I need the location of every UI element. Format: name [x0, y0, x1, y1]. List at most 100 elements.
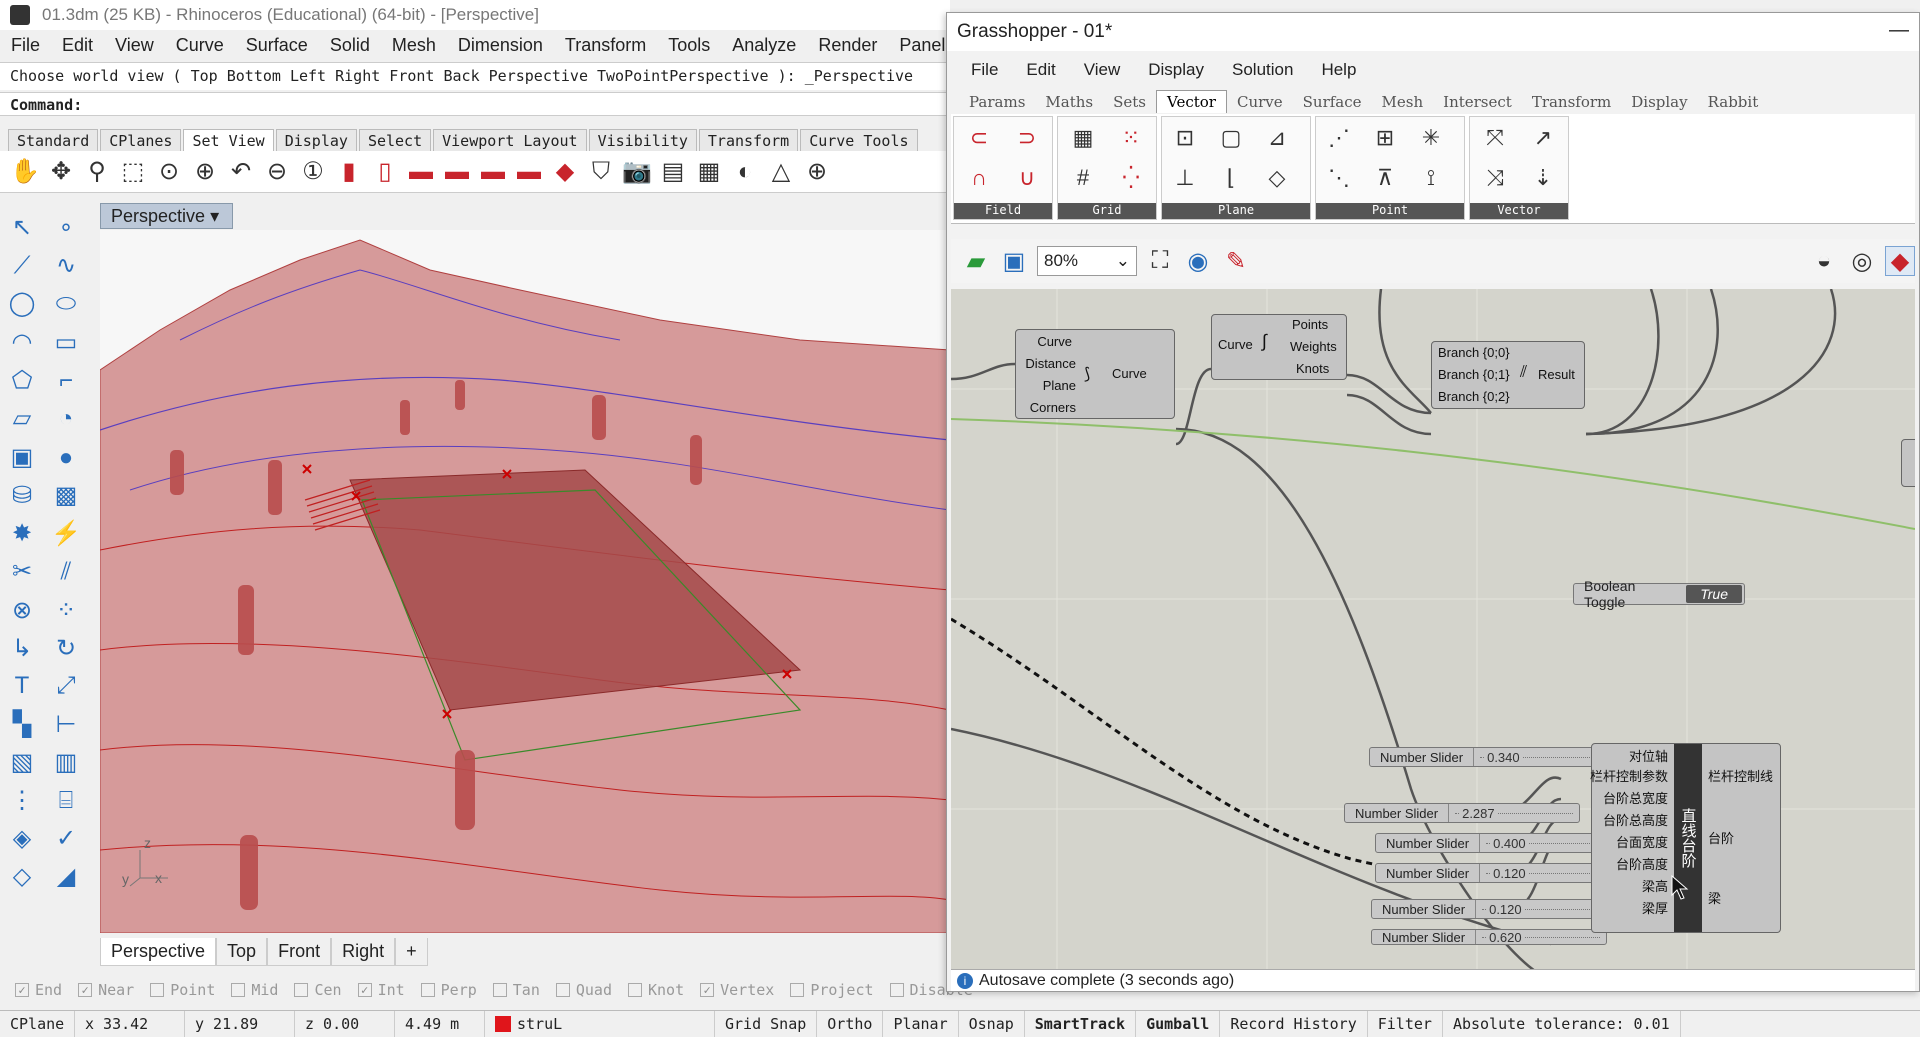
scale-icon[interactable]: ⤢ [48, 669, 84, 703]
point-project-icon[interactable]: ⊼ [1368, 161, 1402, 195]
plane-normal-icon[interactable]: ⊿ [1260, 121, 1294, 155]
array-icon[interactable]: ⁘ [48, 593, 84, 627]
analyze-icon[interactable]: ◈ [4, 822, 40, 856]
grid-square-icon[interactable]: ▦ [1066, 121, 1100, 155]
preview-selected-icon[interactable]: ◆ [1885, 246, 1915, 276]
slider-track[interactable]: 0.120 [1476, 900, 1606, 918]
chevron-down-icon[interactable]: ▾ [210, 206, 219, 226]
zoom-in-icon[interactable]: ⊖ [262, 157, 292, 187]
zoom-1to1-icon[interactable]: ① [298, 157, 328, 187]
undo-view-icon[interactable]: ↶ [226, 157, 256, 187]
point-xyz-icon[interactable]: ⋰ [1322, 121, 1356, 155]
menu-surface[interactable]: Surface [235, 35, 319, 56]
point-closest-icon[interactable]: ✳ [1414, 121, 1448, 155]
osnap-int[interactable]: ✓ Int [357, 981, 405, 999]
zoom-extents-icon[interactable]: ⛶ [1145, 246, 1175, 276]
menu-dimension[interactable]: Dimension [447, 35, 554, 56]
gh-tab-intersect[interactable]: Intersect [1433, 91, 1522, 113]
number-slider[interactable]: Number Slider 0.620 [1371, 929, 1607, 945]
gh-menu-solution[interactable]: Solution [1218, 60, 1307, 80]
plane-align-icon[interactable]: ⌊ [1214, 161, 1248, 195]
view-right-icon[interactable]: ▬ [478, 157, 508, 187]
hatch-icon[interactable]: ▥ [48, 745, 84, 779]
slider-track[interactable]: 0.620 [1476, 930, 1606, 944]
dimension-icon[interactable]: ⊢ [48, 707, 84, 741]
ortho-toggle[interactable]: Ortho [817, 1010, 884, 1037]
tab-standard[interactable]: Standard [8, 129, 99, 151]
stair-cluster-node[interactable]: 对位轴 栏杆控制参数 台阶总宽度 台阶总高度 台面宽度 台阶高度 梁高 梁厚 直… [1590, 743, 1781, 933]
osnap-checkbox[interactable]: ✓ [15, 983, 29, 997]
named-cplane-icon[interactable]: ▦ [694, 157, 724, 187]
sphere-icon[interactable]: ● [48, 441, 84, 475]
gh-tab-surface[interactable]: Surface [1293, 91, 1372, 113]
gh-menu-edit[interactable]: Edit [1012, 60, 1069, 80]
osnap-checkbox[interactable] [420, 983, 435, 997]
preview-shaded-icon[interactable]: ◎ [1847, 246, 1877, 276]
zoom-dropdown[interactable]: 80% ⌄ [1037, 246, 1137, 276]
magnet-alt-icon[interactable]: ⊃ [1010, 121, 1044, 155]
osnap-perp[interactable]: Perp [420, 981, 477, 999]
command-input[interactable]: Command: [0, 92, 950, 116]
menu-file[interactable]: File [0, 35, 51, 56]
plane-offset-icon[interactable]: ◇ [1260, 161, 1294, 195]
view-back-icon[interactable]: ▬ [514, 157, 544, 187]
osnap-checkbox[interactable] [294, 983, 309, 997]
check-icon[interactable]: ✓ [48, 822, 84, 856]
osnap-checkbox[interactable] [555, 983, 570, 997]
slider-track[interactable]: 0.340 [1474, 748, 1604, 766]
menu-mesh[interactable]: Mesh [381, 35, 447, 56]
plan-view-icon[interactable]: ⛉ [586, 157, 616, 187]
point-numbers-icon[interactable]: ⋱ [1322, 161, 1356, 195]
number-slider[interactable]: Number Slider 2.287 [1344, 803, 1580, 823]
plane-xy-icon[interactable]: ⊥ [1168, 161, 1202, 195]
text-icon[interactable]: T [4, 669, 40, 703]
smarttrack-toggle[interactable]: SmartTrack [1025, 1010, 1137, 1037]
viewport-title-tab[interactable]: Perspective ▾ [100, 203, 233, 229]
entwine-node[interactable]: Branch {0;0} Branch {0;1} Branch {0;2} ⫽… [1431, 341, 1585, 409]
osnap-checkbox[interactable]: ✓ [357, 983, 372, 997]
osnap-tan[interactable]: Tan [492, 981, 540, 999]
osnap-checkbox[interactable] [889, 983, 904, 997]
menu-view[interactable]: View [104, 35, 165, 56]
filter-toggle[interactable]: Filter [1368, 1010, 1443, 1037]
tab-set-view[interactable]: Set View [183, 129, 274, 151]
minimize-icon[interactable]: — [1889, 19, 1909, 42]
tab-visibility[interactable]: Visibility [588, 129, 697, 151]
osnap-quad[interactable]: Quad [555, 981, 612, 999]
vector-2pt-icon[interactable]: ↗ [1526, 121, 1560, 155]
point-sort-icon[interactable]: ⟟ [1414, 161, 1448, 195]
gh-menu-view[interactable]: View [1070, 60, 1135, 80]
tab-cplanes[interactable]: CPlanes [100, 129, 182, 151]
status-cplane[interactable]: CPlane [0, 1010, 75, 1037]
tab-select[interactable]: Select [358, 129, 432, 151]
osnap-toggle[interactable]: Osnap [959, 1010, 1025, 1037]
gh-tab-display[interactable]: Display [1621, 91, 1697, 113]
open-file-icon[interactable]: ▰ [961, 246, 991, 276]
divide-distance-node[interactable]: Curve Distance Plane Corners ⟆ Curve [1015, 329, 1175, 419]
view-cube-alt-icon[interactable]: ▯ [370, 157, 400, 187]
menu-transform[interactable]: Transform [554, 35, 657, 56]
zoom-icon[interactable]: ⚲ [82, 157, 112, 187]
rotate-icon[interactable]: ↻ [48, 631, 84, 665]
lightning-icon[interactable]: ⚡ [48, 517, 84, 551]
sun-icon[interactable]: ◐ [730, 157, 760, 187]
menu-edit[interactable]: Edit [51, 35, 104, 56]
view-cube-icon[interactable]: ▮ [334, 157, 364, 187]
render-icon[interactable]: ◇ [4, 860, 40, 894]
osnap-near[interactable]: ✓ Near [78, 981, 134, 999]
plane-construct-icon[interactable]: ⊡ [1168, 121, 1202, 155]
point-icon[interactable]: ∘ [48, 210, 84, 244]
explode-icon[interactable]: ✸ [4, 517, 40, 551]
polyline-icon[interactable]: ⟋ [4, 249, 40, 283]
gh-tab-transform[interactable]: Transform [1522, 91, 1621, 113]
number-slider[interactable]: Number Slider 0.400 [1375, 833, 1611, 853]
control-points-node[interactable]: Curve ∫ Points Weights Knots [1211, 314, 1347, 380]
menu-solid[interactable]: Solid [319, 35, 381, 56]
split-icon[interactable]: ⫽ [48, 555, 84, 589]
tab-curve-tools[interactable]: Curve Tools [800, 129, 918, 151]
ellipse-icon[interactable]: ⬭ [48, 287, 84, 321]
vector-unit-icon[interactable]: ⤨ [1478, 161, 1512, 195]
tab-viewport-layout[interactable]: Viewport Layout [433, 129, 587, 151]
grid-snap-toggle[interactable]: Grid Snap [715, 1010, 818, 1037]
osnap-vertex[interactable]: ✓ Vertex [700, 981, 774, 999]
